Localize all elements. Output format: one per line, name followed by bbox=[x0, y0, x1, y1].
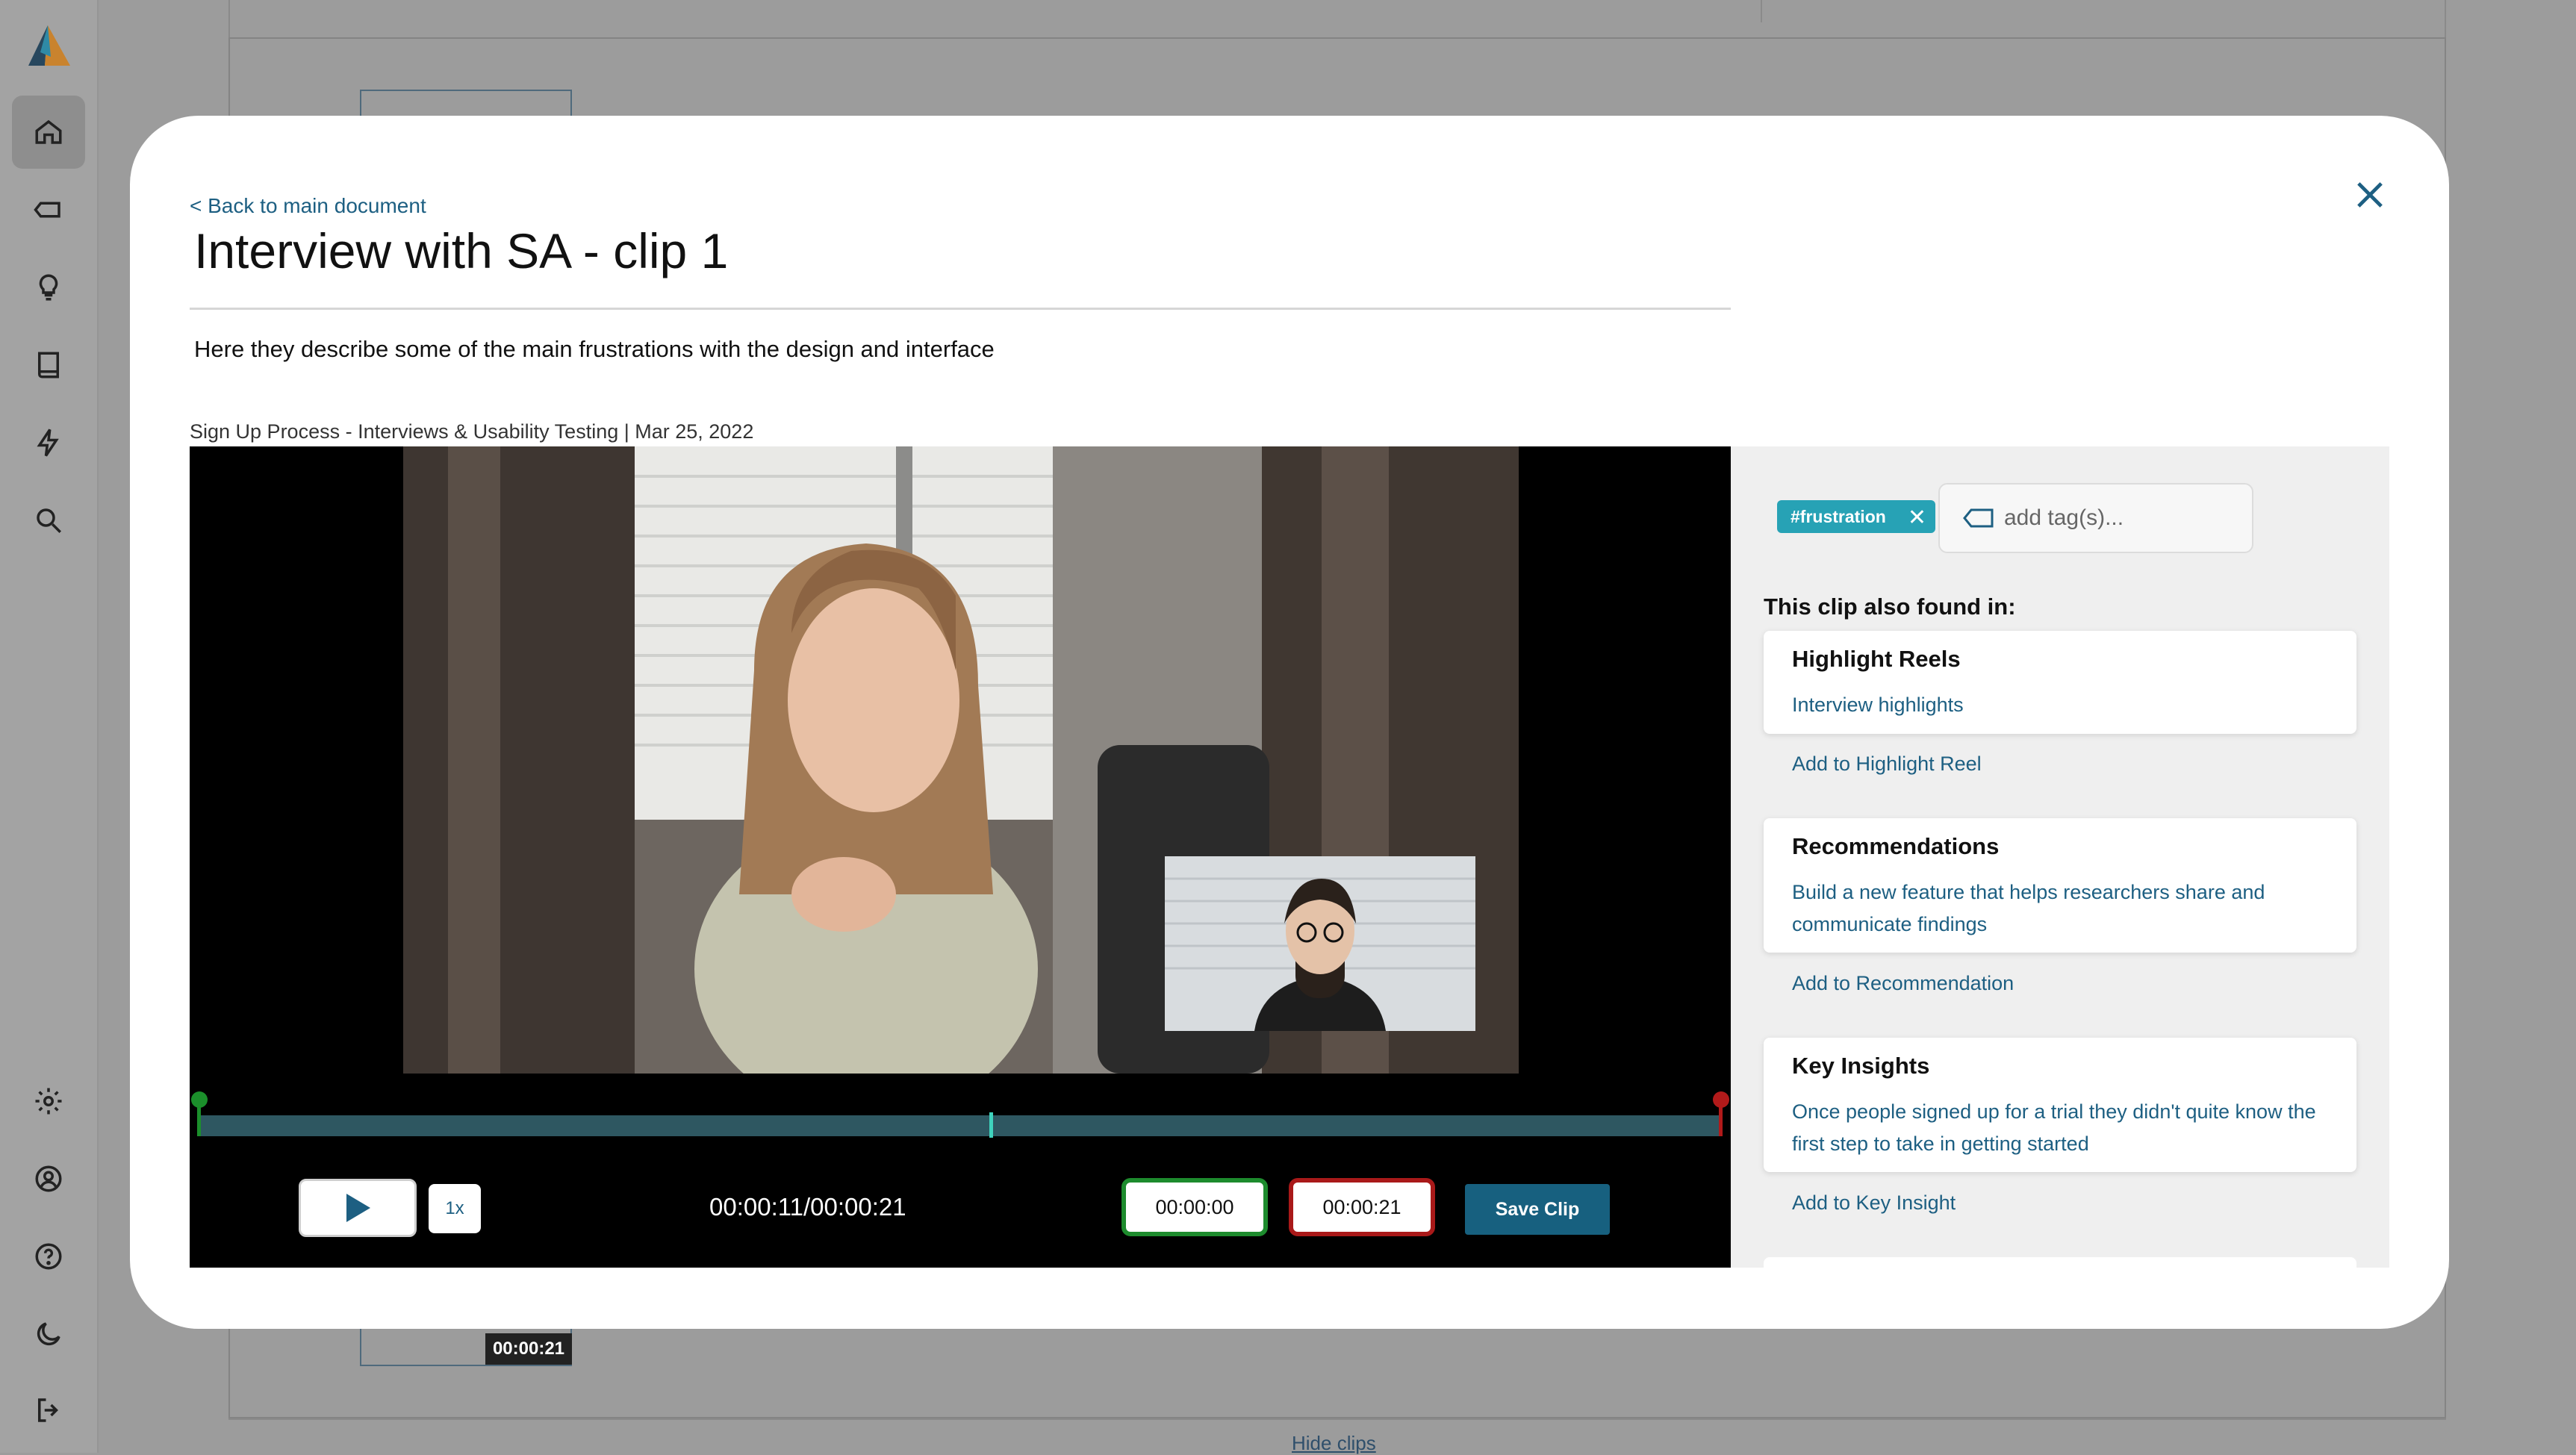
clip-end-handle[interactable] bbox=[1713, 1091, 1729, 1108]
next-card-partial bbox=[1764, 1257, 2356, 1287]
app-sidebar bbox=[0, 0, 99, 1453]
title-divider bbox=[190, 308, 1731, 310]
add-to-key-insight-link[interactable]: Add to Key Insight bbox=[1792, 1191, 1956, 1215]
playhead[interactable] bbox=[989, 1112, 993, 1138]
sidebar-item-library[interactable] bbox=[12, 328, 85, 402]
remove-tag-icon[interactable]: ✕ bbox=[1908, 505, 1926, 531]
highlight-reels-title: Highlight Reels bbox=[1792, 646, 1961, 672]
clip-end-time-field[interactable]: 00:00:21 bbox=[1289, 1178, 1435, 1236]
app-logo bbox=[28, 25, 70, 66]
book-icon bbox=[38, 352, 59, 378]
lightbulb-icon bbox=[39, 274, 58, 301]
logout-icon bbox=[38, 1398, 58, 1422]
bolt-icon bbox=[37, 429, 59, 457]
sidebar-item-profile[interactable] bbox=[12, 1142, 85, 1215]
gear-icon bbox=[35, 1088, 62, 1115]
tag-icon bbox=[1963, 508, 1994, 528]
add-to-highlight-reel-link[interactable]: Add to Highlight Reel bbox=[1792, 753, 1982, 776]
add-to-recommendation-link[interactable]: Add to Recommendation bbox=[1792, 972, 2014, 995]
hide-clips-link[interactable]: Hide clips bbox=[1292, 1432, 1376, 1455]
play-icon bbox=[346, 1194, 370, 1222]
playback-speed-button[interactable]: 1x bbox=[429, 1184, 481, 1233]
help-icon bbox=[35, 1243, 62, 1270]
also-found-label: This clip also found in: bbox=[1764, 593, 2016, 620]
tag-chip-label: #frustration bbox=[1791, 506, 1886, 526]
page-title: Interview with SA - clip 1 bbox=[194, 223, 729, 278]
clip-source-meta: Sign Up Process - Interviews & Usability… bbox=[190, 420, 754, 443]
add-tag-placeholder: add tag(s)... bbox=[2004, 505, 2124, 530]
user-circle-icon bbox=[35, 1165, 62, 1192]
recommendation-link[interactable]: Build a new feature that helps researche… bbox=[1792, 876, 2328, 941]
video-frame-interviewer bbox=[1165, 856, 1475, 1031]
background-panel-top bbox=[228, 0, 2446, 37]
save-clip-button[interactable]: Save Clip bbox=[1465, 1184, 1610, 1235]
sidebar-item-settings[interactable] bbox=[12, 1065, 85, 1138]
add-tag-input[interactable]: add tag(s)... bbox=[1938, 483, 2253, 553]
highlight-reel-link[interactable]: Interview highlights bbox=[1792, 689, 2328, 721]
sidebar-item-home[interactable] bbox=[12, 96, 85, 169]
clip-start-time-field[interactable]: 00:00:00 bbox=[1121, 1178, 1268, 1236]
key-insights-title: Key Insights bbox=[1792, 1053, 1930, 1079]
moon-icon bbox=[37, 1322, 60, 1346]
background-clip-box bbox=[360, 90, 572, 116]
close-icon[interactable] bbox=[2351, 175, 2389, 214]
sidebar-item-insights[interactable] bbox=[12, 251, 85, 324]
key-insight-link[interactable]: Once people signed up for a trial they d… bbox=[1792, 1096, 2328, 1160]
timeline-track[interactable] bbox=[199, 1115, 1722, 1136]
background-divider bbox=[1761, 0, 1762, 22]
recommendations-title: Recommendations bbox=[1792, 833, 2000, 859]
back-to-document-link[interactable]: < Back to main document bbox=[190, 194, 426, 218]
recommendations-card: Recommendations Build a new feature that… bbox=[1764, 818, 2356, 953]
search-icon bbox=[37, 508, 61, 533]
sidebar-item-search[interactable] bbox=[12, 484, 85, 557]
timecode-display: 00:00:11/00:00:21 bbox=[709, 1193, 906, 1221]
sidebar-item-help[interactable] bbox=[12, 1220, 85, 1293]
tag-chip[interactable]: #frustration ✕ bbox=[1777, 500, 1935, 533]
highlight-reels-card: Highlight Reels Interview highlights bbox=[1764, 631, 2356, 734]
key-insights-card: Key Insights Once people signed up for a… bbox=[1764, 1038, 2356, 1172]
background-clip-time: 00:00:21 bbox=[485, 1333, 572, 1365]
background-divider-bottom bbox=[228, 1418, 2446, 1420]
tag-icon bbox=[34, 202, 60, 218]
sidebar-item-dark-mode[interactable] bbox=[12, 1297, 85, 1371]
clip-description[interactable]: Here they describe some of the main frus… bbox=[194, 336, 995, 363]
sidebar-item-logout[interactable] bbox=[12, 1374, 85, 1447]
sidebar-item-actions[interactable] bbox=[12, 406, 85, 479]
sidebar-item-tags[interactable] bbox=[12, 173, 85, 246]
play-button[interactable] bbox=[299, 1179, 417, 1237]
home-icon bbox=[35, 119, 62, 144]
clip-start-handle[interactable] bbox=[191, 1091, 208, 1108]
